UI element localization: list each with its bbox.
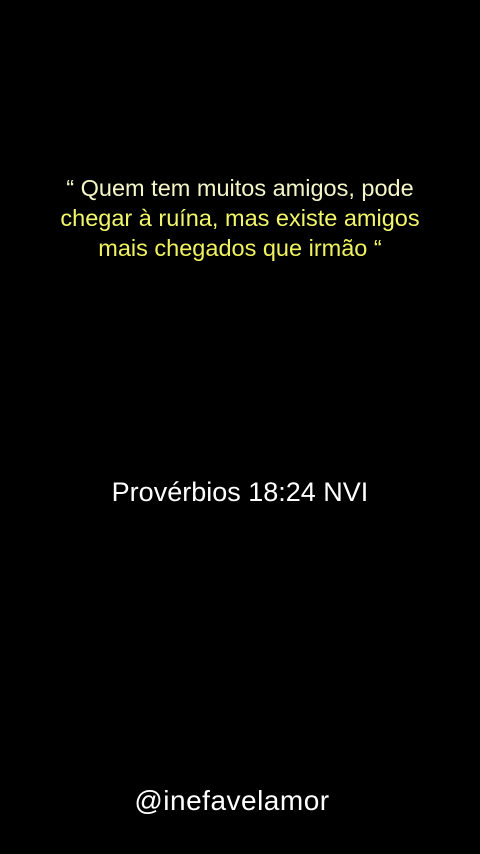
quote-line-2: chegar à ruína, mas existe amigos [60, 205, 420, 231]
author-handle: @inefavelamor [134, 785, 330, 816]
verse-quote: “ Quem tem muitos amigos, pode chegar à … [0, 173, 480, 263]
verse-reference: Provérbios 18:24 NVI [111, 477, 369, 507]
quote-line-3: mais chegados que irmão “ [98, 235, 382, 261]
quote-line-1: “ Quem tem muitos amigos, pode [66, 175, 414, 201]
